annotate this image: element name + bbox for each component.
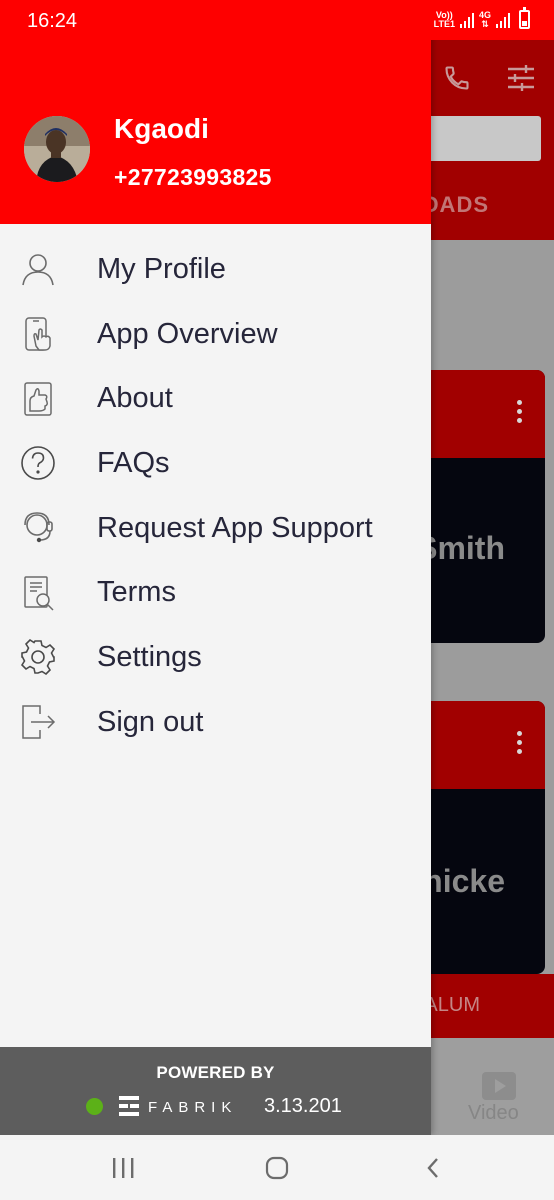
navigation-drawer: Kgaodi +27723993825 My Profile App Overv… [0,0,431,1135]
more-vertical-icon [517,731,523,758]
recent-apps-button[interactable] [103,1151,143,1185]
volte-icon: Vo)) LTE1 [433,9,455,29]
avatar[interactable] [24,116,90,182]
home-button[interactable] [257,1151,297,1185]
fabrik-brand-text: FABRIK [148,1099,238,1116]
menu-item-about[interactable]: About [0,366,431,431]
menu-label: App Overview [97,317,278,350]
menu-item-request-app-support[interactable]: Request App Support [0,496,431,561]
document-search-icon [20,575,56,611]
status-time: 16:24 [27,10,78,32]
signal-icon [459,12,474,28]
footer-version-row: FABRIK 3.13.201 [0,1095,431,1119]
phone-icon [443,64,471,97]
user-phone: +27723993825 [114,164,272,190]
system-navigation-bar [0,1135,554,1200]
menu-label: Sign out [97,705,204,738]
filter-icon [506,64,536,97]
back-button[interactable] [413,1151,453,1185]
gear-icon [20,639,56,676]
connection-status-dot [86,1098,103,1115]
more-vertical-icon [517,400,523,427]
drawer-menu: My Profile App Overview About FAQs Reque [0,237,431,755]
menu-item-faqs[interactable]: FAQs [0,431,431,496]
user-name: Kgaodi [114,113,209,144]
menu-item-terms[interactable]: Terms [0,560,431,625]
menu-item-settings[interactable]: Settings [0,625,431,690]
status-bar: 16:24 Vo)) LTE1 4G ⇅ [0,0,554,40]
fabrik-logo-icon [119,1096,139,1121]
menu-label: My Profile [97,252,226,285]
battery-icon [519,7,530,29]
4g-icon: 4G ⇅ [478,9,491,29]
headset-icon [20,510,56,546]
menu-label: FAQs [97,446,170,479]
touch-phone-icon [20,316,56,352]
sign-out-icon [20,704,56,740]
video-icon [482,1072,516,1100]
app-version: 3.13.201 [264,1095,342,1117]
menu-item-sign-out[interactable]: Sign out [0,690,431,755]
powered-by-label: POWERED BY [156,1063,275,1082]
menu-item-app-overview[interactable]: App Overview [0,302,431,367]
about-hand-icon [20,381,56,417]
status-icons: Vo)) LTE1 4G ⇅ [433,7,530,29]
menu-label: Settings [97,640,202,673]
menu-label: Terms [97,576,176,609]
signal-icon [496,12,510,28]
menu-label: About [97,382,173,415]
question-circle-icon [20,445,56,481]
menu-label: Request App Support [97,511,373,544]
person-icon [20,251,56,287]
menu-item-my-profile[interactable]: My Profile [0,237,431,302]
bottom-nav-video-label: Video [468,1102,519,1124]
drawer-footer: POWERED BY FABRIK 3.13.201 [0,1047,431,1135]
